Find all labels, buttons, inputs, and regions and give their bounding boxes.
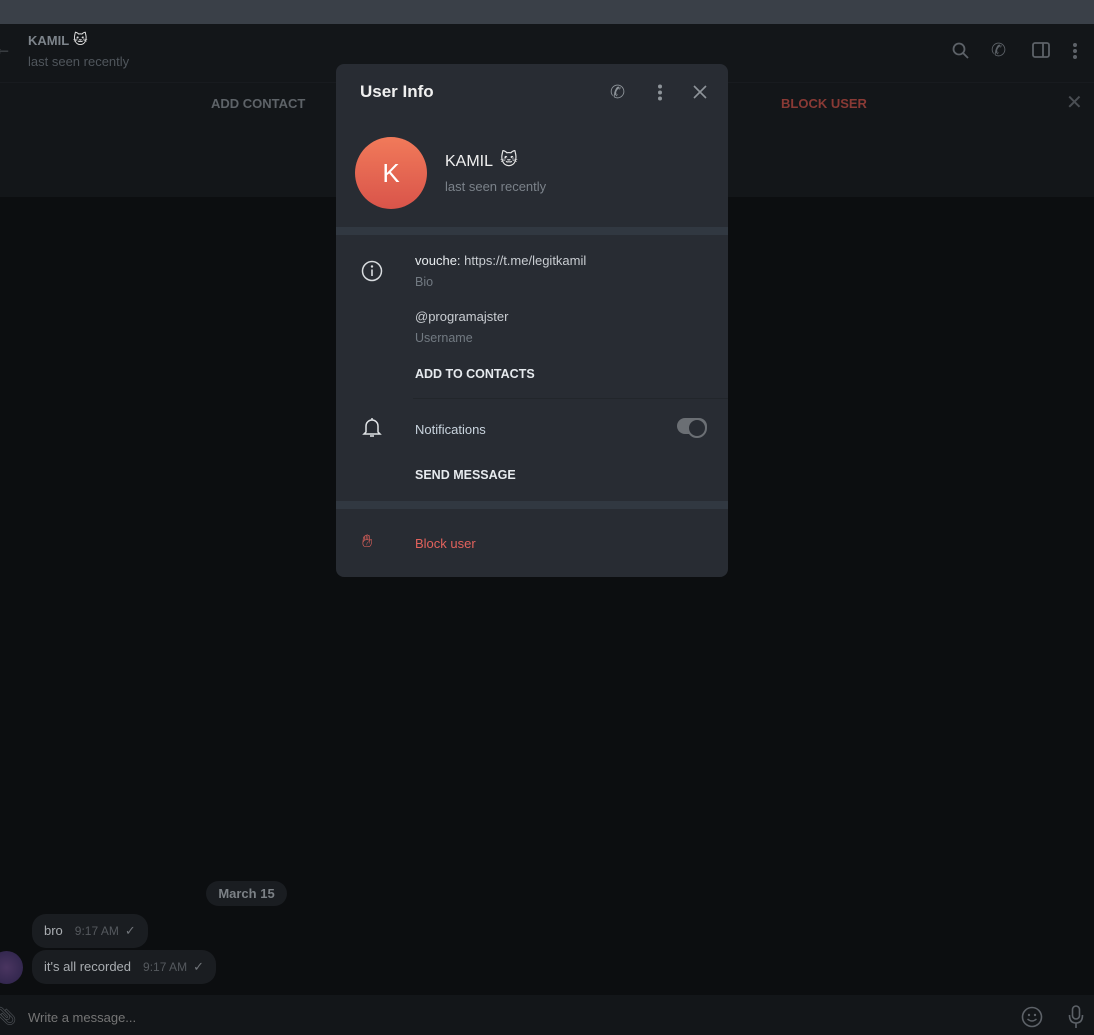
close-icon[interactable] — [693, 85, 707, 99]
info-icon — [361, 260, 383, 282]
section-divider — [336, 501, 728, 509]
add-contact-button[interactable]: ADD CONTACT — [211, 96, 305, 111]
chat-status: last seen recently — [28, 54, 130, 69]
dialog-title: User Info — [360, 82, 434, 101]
avatar: K — [355, 137, 427, 209]
profile-status: last seen recently — [445, 179, 547, 194]
user-info-dialog: User Info ✆ K KAMIL 🐱 last seen recently… — [336, 64, 728, 577]
bio-prefix: vouche: — [415, 253, 461, 268]
section-divider — [336, 227, 728, 235]
message-input[interactable] — [28, 1005, 928, 1029]
block-user-item[interactable]: Block user — [415, 536, 476, 551]
cat-emoji-icon: 🐱 — [500, 150, 518, 169]
bio-label: Bio — [415, 275, 434, 289]
notifications-toggle[interactable] — [677, 418, 707, 438]
close-icon[interactable]: ✕ — [1066, 90, 1083, 115]
username-value[interactable]: @programajster — [415, 309, 508, 324]
check-icon: ✓ — [124, 923, 136, 938]
message-text: it's all recorded — [44, 959, 132, 974]
message-time: 9:17 AM — [74, 924, 119, 938]
bio-link[interactable]: https://t.me/legitkamil — [464, 253, 586, 268]
block-user-button[interactable]: BLOCK USER — [781, 96, 867, 111]
message-bubble[interactable]: it's all recorded 9:17 AM ✓ — [32, 950, 216, 984]
add-to-contacts-button[interactable]: ADD TO CONTACTS — [415, 367, 535, 381]
notifications-label: Notifications — [415, 422, 486, 437]
cat-emoji-icon: 🐱 — [73, 31, 88, 47]
divider — [413, 398, 728, 399]
emoji-icon[interactable] — [1021, 1006, 1043, 1028]
microphone-icon[interactable] — [1068, 1005, 1084, 1029]
message-bubble[interactable]: bro 9:17 AM ✓ — [32, 914, 148, 948]
hand-stop-icon: ✋︎ — [362, 531, 373, 551]
profile-name: KAMIL — [445, 153, 494, 170]
message-time: 9:17 AM — [143, 960, 188, 974]
bio-value: vouche: https://t.me/legitkamil — [415, 253, 586, 268]
phone-icon[interactable]: ✆ — [991, 40, 1006, 61]
send-message-button[interactable]: SEND MESSAGE — [415, 468, 516, 482]
phone-icon[interactable]: ✆ — [610, 82, 625, 103]
back-arrow-icon[interactable]: ← — [0, 38, 12, 59]
search-icon[interactable] — [952, 42, 970, 60]
sidebar-toggle-icon[interactable] — [1032, 42, 1050, 58]
message-text: bro — [44, 923, 63, 938]
sender-avatar[interactable] — [0, 951, 23, 984]
window-titlebar — [0, 0, 1094, 24]
check-icon: ✓ — [193, 959, 204, 974]
bell-icon — [362, 418, 382, 437]
more-icon[interactable] — [1072, 42, 1078, 60]
more-icon[interactable] — [657, 84, 663, 101]
attach-icon[interactable]: 📎︎ — [0, 1006, 17, 1027]
date-badge: March 15 — [206, 881, 287, 906]
username-label: Username — [415, 331, 473, 345]
chat-title[interactable]: KAMIL — [28, 33, 69, 48]
